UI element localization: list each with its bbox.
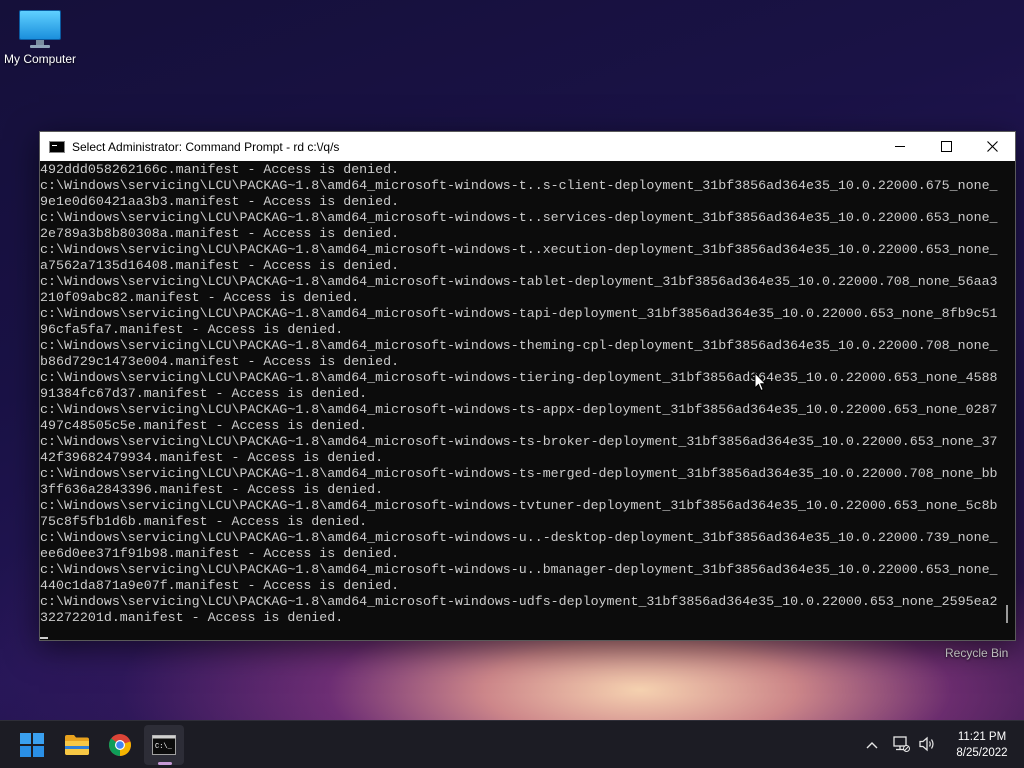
console-line: c:\Windows\servicing\LCU\PACKAG~1.8\amd6… [40,306,998,321]
console-line: 75c8f5fb1d6b.manifest - Access is denied… [40,514,368,529]
console-line: c:\Windows\servicing\LCU\PACKAG~1.8\amd6… [40,530,998,545]
console-line: c:\Windows\servicing\LCU\PACKAG~1.8\amd6… [40,178,998,193]
console-app-icon [49,140,65,153]
console-line: a7562a7135d16408.manifest - Access is de… [40,258,400,273]
console-line: c:\Windows\servicing\LCU\PACKAG~1.8\amd6… [40,242,998,257]
console-line: 9e1e0d60421aa3b3.manifest - Access is de… [40,194,400,209]
terminal-icon: C:\_ [152,735,176,755]
console-line: c:\Windows\servicing\LCU\PACKAG~1.8\amd6… [40,466,998,481]
console-line: c:\Windows\servicing\LCU\PACKAG~1.8\amd6… [40,594,998,609]
speaker-icon [919,736,934,752]
desktop-icon-my-computer[interactable]: My Computer [2,8,78,66]
network-icon [893,736,910,752]
active-app-indicator [158,762,172,765]
volume-button[interactable] [918,735,936,758]
chevron-up-icon [866,742,878,749]
chrome-icon [109,734,131,756]
maximize-icon [940,141,952,152]
clock-date: 8/25/2022 [956,747,1008,759]
text-cursor [40,637,48,639]
start-button[interactable] [12,725,52,765]
close-button[interactable] [969,132,1015,161]
taskbar: C:\_ 11:21 PM 8/25/2022 [0,720,1024,768]
console-line: 2e789a3b8b80308a.manifest - Access is de… [40,226,400,241]
console-line: 3ff636a2843396.manifest - Access is deni… [40,482,384,497]
console-line: c:\Windows\servicing\LCU\PACKAG~1.8\amd6… [40,210,998,225]
console-line: 32272201d.manifest - Access is denied. [40,610,344,625]
scrollbar-thumb[interactable] [1006,605,1008,623]
taskbar-chrome[interactable] [100,725,140,765]
console-line: 497c48505c5e.manifest - Access is denied… [40,418,368,433]
taskbar-file-explorer[interactable] [57,725,97,765]
console-line: 96cfa5fa7.manifest - Access is denied. [40,322,344,337]
window-controls [877,132,1015,161]
console-line: 91384fc67d37.manifest - Access is denied… [40,386,368,401]
console-line: ee6d0ee371f91b98.manifest - Access is de… [40,546,400,561]
close-icon [986,141,998,152]
command-prompt-window: Select Administrator: Command Prompt - r… [39,131,1016,641]
console-scrollbar[interactable] [999,161,1015,640]
console-line: c:\Windows\servicing\LCU\PACKAG~1.8\amd6… [40,434,998,449]
windows-logo-icon [20,733,44,757]
network-button[interactable] [892,735,910,758]
console-line: c:\Windows\servicing\LCU\PACKAG~1.8\amd6… [40,274,998,289]
minimize-button[interactable] [877,132,923,161]
console-line: c:\Windows\servicing\LCU\PACKAG~1.8\amd6… [40,562,998,577]
console-line: b86d729c1473e004.manifest - Access is de… [40,354,400,369]
console-output[interactable]: 492ddd058262166c.manifest - Access is de… [40,161,999,640]
maximize-button[interactable] [923,132,969,161]
monitor-icon [19,8,61,48]
clock-time: 11:21 PM [957,731,1007,743]
svg-text:C:\_: C:\_ [155,743,173,751]
console-line: c:\Windows\servicing\LCU\PACKAG~1.8\amd6… [40,338,998,353]
minimize-icon [895,146,905,147]
console-line: c:\Windows\servicing\LCU\PACKAG~1.8\amd6… [40,370,998,385]
console-line: 440c1da871a9e07f.manifest - Access is de… [40,578,400,593]
taskbar-command-prompt[interactable]: C:\_ [144,725,184,765]
window-title: Select Administrator: Command Prompt - r… [72,139,340,154]
console-line: c:\Windows\servicing\LCU\PACKAG~1.8\amd6… [40,498,998,513]
console-line: 42f39682479934.manifest - Access is deni… [40,450,384,465]
clock-button[interactable]: 11:21 PM 8/25/2022 [944,729,1020,761]
mouse-pointer-icon [754,372,767,392]
desktop-icon-recycle-bin[interactable]: Recycle Bin [945,646,1008,660]
folder-icon [65,735,89,755]
console-line: 210f09abc82.manifest - Access is denied. [40,290,360,305]
console-line: 492ddd058262166c.manifest - Access is de… [40,162,400,177]
console-line: c:\Windows\servicing\LCU\PACKAG~1.8\amd6… [40,402,998,417]
show-hidden-icons-button[interactable] [866,736,878,752]
window-titlebar[interactable]: Select Administrator: Command Prompt - r… [40,132,1015,161]
desktop-icon-label: My Computer [3,52,77,66]
